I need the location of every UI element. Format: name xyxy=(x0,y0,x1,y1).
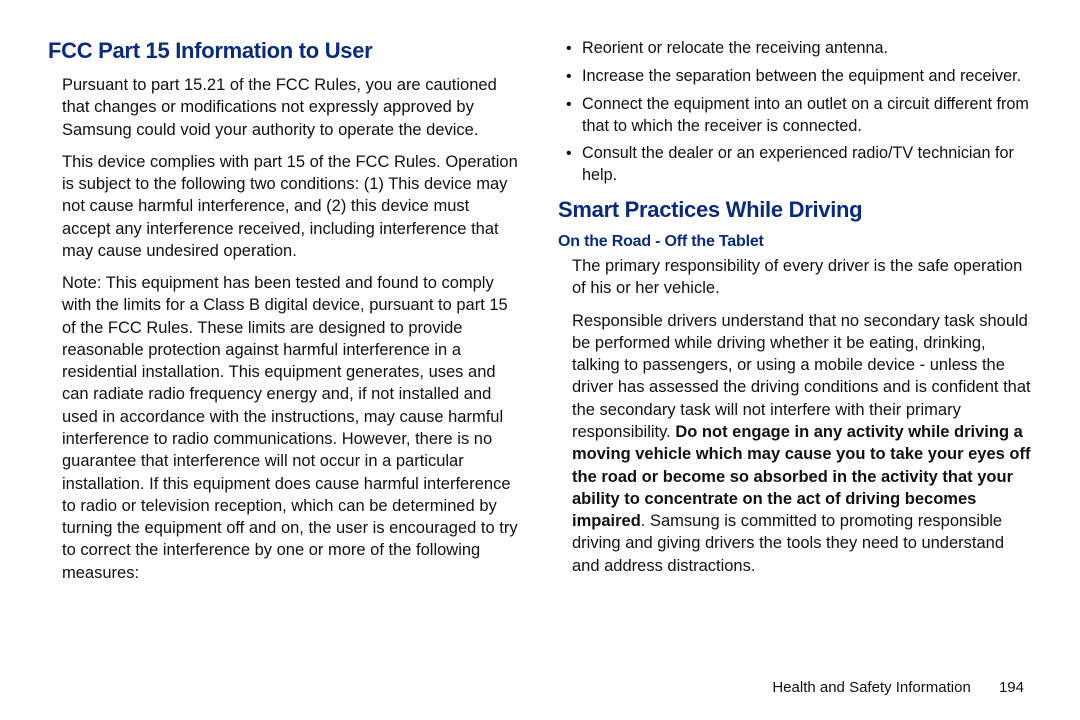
fcc-para-3: Note: This equipment has been tested and… xyxy=(48,272,522,584)
list-item: Consult the dealer or an experienced rad… xyxy=(566,143,1032,187)
driving-heading: Smart Practices While Driving xyxy=(558,197,1032,223)
list-item: Increase the separation between the equi… xyxy=(566,66,1032,88)
left-column: FCC Part 15 Information to User Pursuant… xyxy=(48,38,522,658)
driving-para-1: The primary responsibility of every driv… xyxy=(558,255,1032,300)
fcc-heading: FCC Part 15 Information to User xyxy=(48,38,522,64)
two-column-layout: FCC Part 15 Information to User Pursuant… xyxy=(48,38,1032,658)
interference-measures-list: Reorient or relocate the receiving anten… xyxy=(558,38,1032,187)
list-item: Reorient or relocate the receiving anten… xyxy=(566,38,1032,60)
page-footer: Health and Safety Information 194 xyxy=(772,679,1024,696)
fcc-para-1: Pursuant to part 15.21 of the FCC Rules,… xyxy=(48,74,522,141)
page-number: 194 xyxy=(999,679,1024,696)
driving-subheading: On the Road - Off the Tablet xyxy=(558,233,1032,251)
fcc-para-2: This device complies with part 15 of the… xyxy=(48,151,522,262)
driving-para-2-lead: Responsible drivers understand that no s… xyxy=(572,312,1031,441)
right-column: Reorient or relocate the receiving anten… xyxy=(558,38,1032,658)
footer-label: Health and Safety Information xyxy=(772,679,970,696)
list-item: Connect the equipment into an outlet on … xyxy=(566,94,1032,138)
driving-para-2: Responsible drivers understand that no s… xyxy=(558,310,1032,577)
